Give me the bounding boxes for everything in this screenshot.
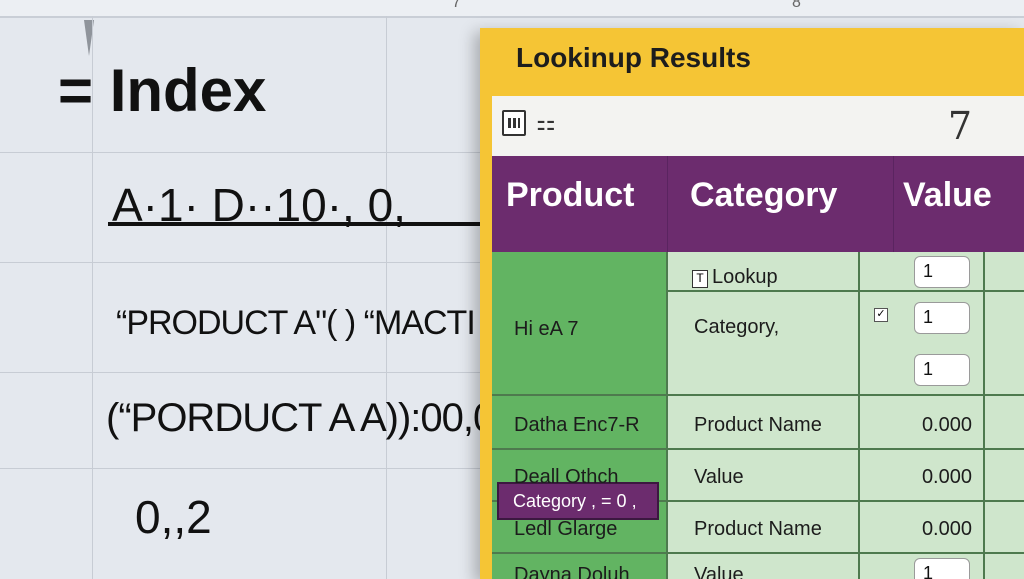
value-chip[interactable]: 1 xyxy=(914,354,970,386)
checkbox-icon[interactable]: ✓ xyxy=(874,308,888,322)
table-icon[interactable] xyxy=(502,110,526,136)
table-row-value[interactable]: 0.000 xyxy=(862,414,972,437)
ruler-label: 8 xyxy=(792,0,801,11)
table-row-product[interactable]: Ledl Glarge xyxy=(514,518,617,541)
toolbar-number: 7 xyxy=(947,104,972,148)
formula-number[interactable]: 0,,2 xyxy=(135,490,212,544)
table-row-category[interactable]: Value xyxy=(694,466,744,489)
panel-title: Lookinup Results xyxy=(516,42,751,73)
category-cell[interactable]: Category, xyxy=(694,316,779,339)
ruler-label: 7 xyxy=(452,0,461,11)
product-cell[interactable]: Hi eA 7 xyxy=(514,318,578,341)
table-row-category[interactable]: Product Name xyxy=(694,414,822,437)
table-header-row: Product Category Value xyxy=(492,156,1024,252)
formula-product-aa[interactable]: (“PORDUCT A A)):00,0 xyxy=(106,396,495,441)
table-row-value[interactable]: 0.000 xyxy=(862,518,972,541)
table-row-product[interactable]: Datha Enc7-R xyxy=(514,414,640,437)
table-row-product[interactable]: Deall Othch xyxy=(514,466,619,489)
formula-index[interactable]: = Index xyxy=(58,56,266,125)
header-value[interactable]: Value xyxy=(903,176,992,215)
lookup-label: Lookup xyxy=(712,266,778,288)
lookup-results-panel: Lookinup Results ⚏ 7 Product Category Va… xyxy=(480,28,1024,579)
formula-underline xyxy=(108,222,488,226)
results-table: Product Category Value T Lookup 1 Hi eA … xyxy=(492,156,1024,579)
value-chip[interactable]: 1 xyxy=(914,558,970,579)
pin-icon[interactable]: ⚏ xyxy=(536,110,556,136)
formula-product-a[interactable]: “PRODUCT A"( ) “MACTI xyxy=(116,304,476,343)
value-chip[interactable]: 1 xyxy=(914,302,970,334)
table-row-value[interactable]: 0.000 xyxy=(862,466,972,489)
header-category[interactable]: Category xyxy=(690,176,837,215)
table-row-category[interactable]: Value xyxy=(694,564,744,579)
table-row-product[interactable]: Dayna Doluh xyxy=(514,564,630,579)
header-product[interactable]: Product xyxy=(506,176,634,215)
value-chip[interactable]: 1 xyxy=(914,256,970,288)
column-ruler: 7 8 xyxy=(0,0,1024,18)
lookup-flag-icon: T xyxy=(692,270,708,288)
table-row-category[interactable]: Product Name xyxy=(694,518,822,541)
panel-toolbar: ⚏ 7 xyxy=(492,96,1024,156)
